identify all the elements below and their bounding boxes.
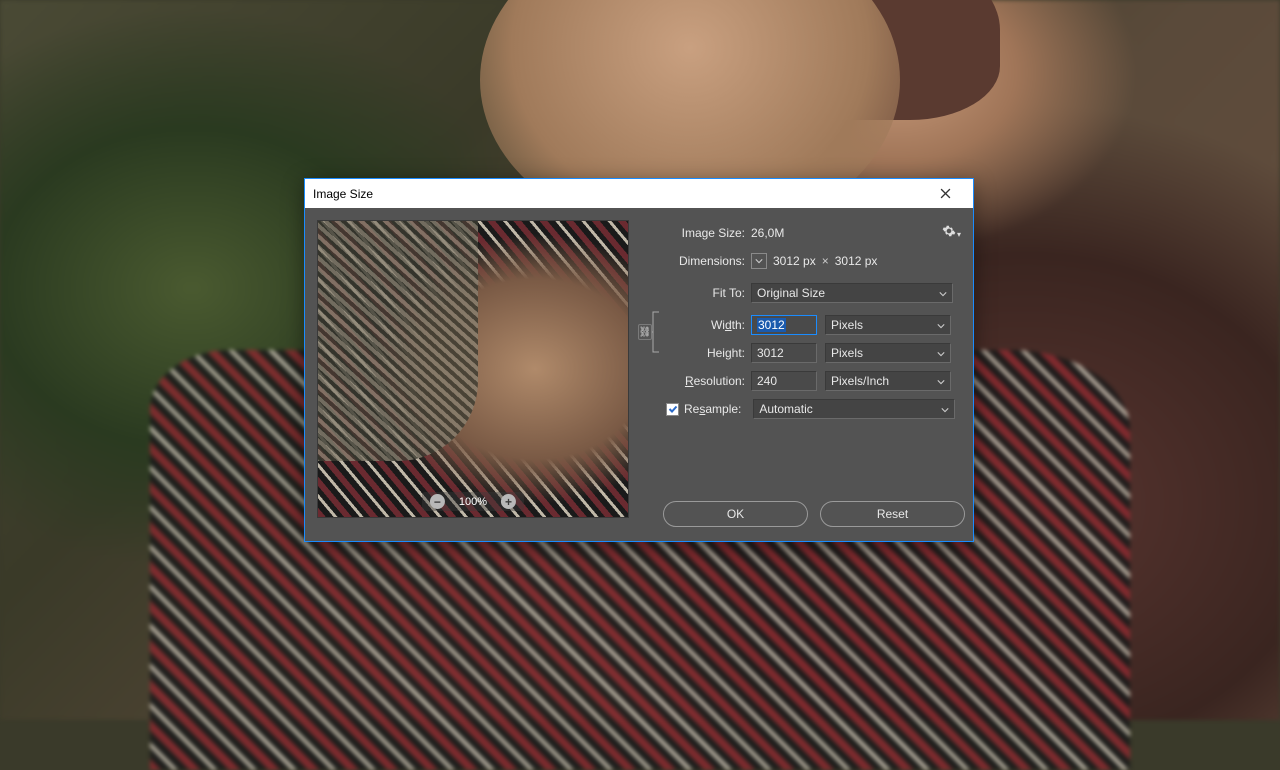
chevron-down-icon: ▾ [957, 230, 961, 239]
ok-button[interactable]: OK [663, 501, 808, 527]
height-unit-dropdown[interactable]: Pixels [825, 343, 951, 363]
chevron-down-icon [939, 286, 947, 300]
chevron-down-icon [941, 402, 949, 416]
resample-row: Resample: [666, 402, 747, 416]
width-input[interactable]: 3012 [751, 315, 817, 335]
resample-label: Resample: [684, 402, 741, 416]
width-value: 3012 [757, 318, 786, 332]
gear-icon [942, 224, 956, 238]
image-size-value: 26,0M [751, 226, 784, 240]
dimensions-unit-toggle[interactable] [751, 253, 767, 269]
zoom-out-button[interactable]: − [430, 494, 445, 509]
height-unit-value: Pixels [831, 346, 863, 360]
fit-to-dropdown[interactable]: Original Size [751, 283, 953, 303]
resample-checkbox[interactable] [666, 403, 679, 416]
image-size-label: Image Size: [641, 226, 751, 240]
dimensions-height: 3012 px [835, 254, 878, 268]
height-label: Height: [641, 346, 751, 360]
preview-panel[interactable]: − 100% + [317, 220, 629, 518]
dimensions-width: 3012 px [773, 254, 816, 268]
dialog-titlebar[interactable]: Image Size [305, 179, 973, 208]
resolution-unit-value: Pixels/Inch [831, 374, 889, 388]
resolution-label: Resolution: [641, 374, 751, 388]
resample-dropdown[interactable]: Automatic [753, 399, 955, 419]
link-icon: ⛓ [639, 327, 652, 338]
link-aspect-button[interactable]: ⛓ [638, 324, 652, 340]
reset-button[interactable]: Reset [820, 501, 965, 527]
image-size-dialog: Image Size − 100% + ▾ Image Size: 26,0M … [304, 178, 974, 542]
resolution-input[interactable]: 240 [751, 371, 817, 391]
close-icon [940, 188, 951, 199]
dialog-title: Image Size [313, 187, 925, 201]
settings-button[interactable]: ▾ [942, 224, 961, 241]
close-button[interactable] [925, 180, 965, 208]
resolution-unit-dropdown[interactable]: Pixels/Inch [825, 371, 951, 391]
fit-to-value: Original Size [757, 286, 825, 300]
width-unit-value: Pixels [831, 318, 863, 332]
width-label: Width: [641, 318, 751, 332]
zoom-level: 100% [459, 496, 487, 508]
preview-image [318, 221, 628, 517]
zoom-controls: − 100% + [422, 492, 524, 511]
chevron-down-icon [937, 346, 945, 360]
chevron-down-icon [755, 257, 763, 265]
dialog-buttons: OK Reset [663, 501, 965, 527]
width-unit-dropdown[interactable]: Pixels [825, 315, 951, 335]
height-value: 3012 [757, 346, 784, 360]
check-icon [668, 404, 678, 414]
resolution-value: 240 [757, 374, 777, 388]
chevron-down-icon [937, 318, 945, 332]
dimensions-label: Dimensions: [641, 254, 751, 268]
resample-value: Automatic [759, 402, 812, 416]
fit-to-label: Fit To: [641, 286, 751, 300]
dimensions-times: × [822, 254, 829, 268]
zoom-in-button[interactable]: + [501, 494, 516, 509]
chevron-down-icon [937, 374, 945, 388]
fields-panel: ▾ Image Size: 26,0M Dimensions: 3012 px … [641, 222, 961, 426]
dialog-body: − 100% + ▾ Image Size: 26,0M Dimensions:… [305, 208, 973, 541]
height-input[interactable]: 3012 [751, 343, 817, 363]
